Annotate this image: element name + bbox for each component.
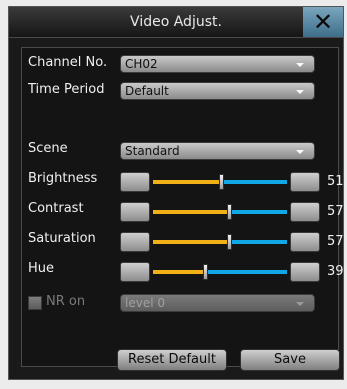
brightness-slider[interactable] <box>153 174 287 190</box>
hue-slider[interactable] <box>153 264 287 280</box>
saturation-increase-button[interactable] <box>290 232 320 252</box>
scene-label: Scene <box>28 141 68 156</box>
slider-fill-left <box>153 180 219 184</box>
reset-default-button[interactable]: Reset Default <box>117 349 227 371</box>
hue-label: Hue <box>28 261 55 276</box>
time-period-label: Time Period <box>28 82 105 97</box>
save-button[interactable]: Save <box>240 349 340 371</box>
slider-fill-right <box>232 210 287 214</box>
slider-handle[interactable] <box>219 174 224 190</box>
time-period-dropdown[interactable]: Default <box>120 82 315 100</box>
slider-fill-left <box>153 240 227 244</box>
close-icon: ✕ <box>312 8 334 36</box>
channel-label: Channel No. <box>28 55 108 70</box>
slider-fill-right <box>208 270 287 274</box>
save-label: Save <box>274 352 306 367</box>
brightness-label: Brightness <box>28 171 98 186</box>
saturation-value: 57 <box>327 234 344 249</box>
slider-handle[interactable] <box>227 204 232 220</box>
slider-fill-left <box>153 270 203 274</box>
brightness-increase-button[interactable] <box>290 172 320 192</box>
dialog-title: Video Adjust. <box>130 14 222 30</box>
saturation-label: Saturation <box>28 231 96 246</box>
reset-default-label: Reset Default <box>128 352 216 367</box>
saturation-decrease-button[interactable] <box>120 232 150 252</box>
hue-value: 39 <box>327 264 344 279</box>
nr-level-dropdown[interactable]: level 0 <box>120 294 315 312</box>
nr-label: NR on <box>46 294 86 309</box>
settings-panel: Channel No. CH02 Time Period Default Sce… <box>21 47 344 371</box>
slider-fill-left <box>153 210 227 214</box>
chevron-down-icon <box>296 150 304 154</box>
saturation-slider[interactable] <box>153 234 287 250</box>
chevron-down-icon <box>296 63 304 67</box>
contrast-value: 57 <box>327 204 344 219</box>
contrast-slider[interactable] <box>153 204 287 220</box>
slider-handle[interactable] <box>227 234 232 250</box>
scene-dropdown[interactable]: Standard <box>120 142 315 160</box>
time-period-value: Default <box>125 84 169 98</box>
channel-value: CH02 <box>125 57 158 71</box>
brightness-value: 51 <box>327 174 344 189</box>
dialog-titlebar: Video Adjust. <box>9 7 343 38</box>
slider-fill-right <box>232 240 287 244</box>
contrast-label: Contrast <box>28 201 84 216</box>
close-button[interactable]: ✕ <box>303 7 343 37</box>
video-adjust-dialog: Video Adjust. ✕ Channel No. CH02 Time Pe… <box>8 6 344 380</box>
hue-increase-button[interactable] <box>290 262 320 282</box>
slider-handle[interactable] <box>203 264 208 280</box>
hue-decrease-button[interactable] <box>120 262 150 282</box>
channel-dropdown[interactable]: CH02 <box>120 55 315 73</box>
brightness-decrease-button[interactable] <box>120 172 150 192</box>
chevron-down-icon <box>296 90 304 94</box>
nr-checkbox[interactable] <box>28 296 42 310</box>
chevron-down-icon <box>296 302 304 306</box>
contrast-decrease-button[interactable] <box>120 202 150 222</box>
nr-level-value: level 0 <box>125 296 165 310</box>
slider-fill-right <box>224 180 287 184</box>
contrast-increase-button[interactable] <box>290 202 320 222</box>
scene-value: Standard <box>125 144 180 158</box>
